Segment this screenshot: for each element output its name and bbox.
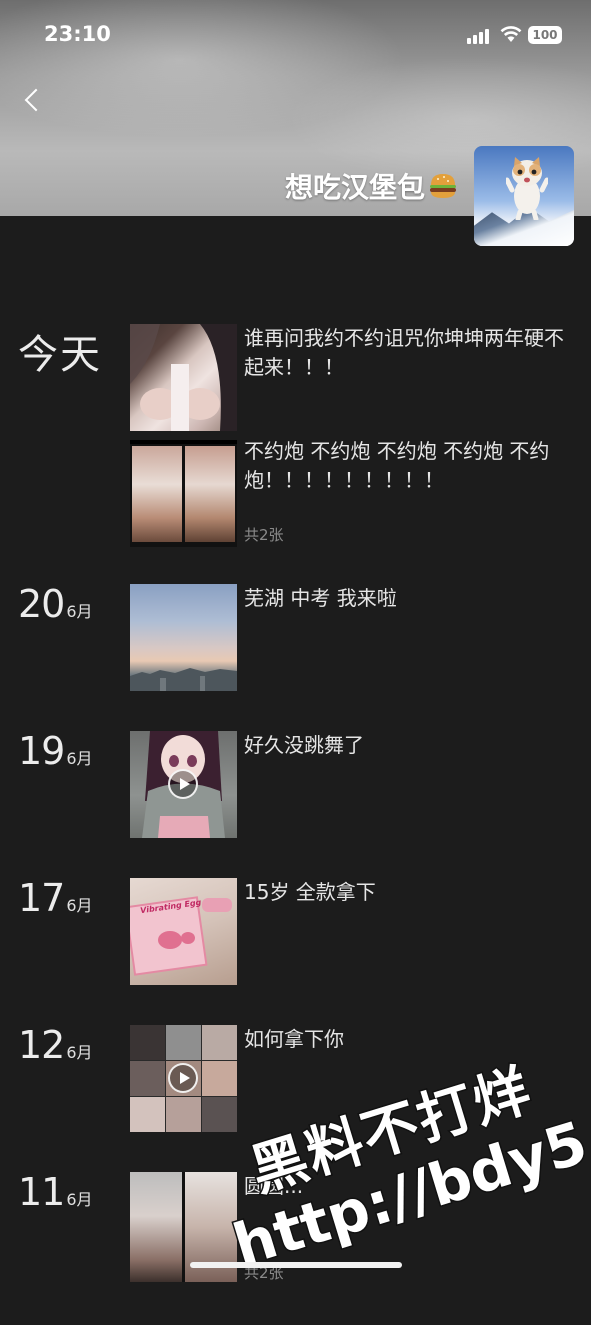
entry-month: 6月 — [66, 1043, 93, 1062]
post-caption: 不约炮 不约炮 不约炮 不约炮 不约炮！！！！！！！！！ — [244, 439, 550, 492]
post-thumbnail-video[interactable] — [130, 1025, 237, 1132]
post-caption: 如何拿下你 — [244, 1027, 344, 1051]
photo-1 — [130, 1172, 182, 1282]
entry-day: 11 — [18, 1170, 65, 1214]
home-indicator[interactable] — [190, 1262, 402, 1268]
photo-2 — [185, 446, 235, 542]
entry-month: 6月 — [66, 896, 93, 915]
post-caption: 芜湖 中考 我来啦 — [244, 586, 397, 610]
entry-date: 20 6月 — [18, 582, 93, 626]
entry-date: 11 6月 — [18, 1170, 93, 1214]
back-button[interactable] — [14, 80, 50, 120]
burger-emoji-icon — [430, 174, 456, 198]
post-thumbnail[interactable]: Vibrating Egg — [130, 878, 237, 985]
post-caption: 谁再问我约不约诅咒你坤坤两年硬不起来！！！ — [244, 326, 564, 379]
wifi-icon — [500, 26, 522, 42]
entry-day: 17 — [18, 876, 65, 920]
play-icon — [168, 769, 198, 799]
photo-1 — [132, 446, 182, 542]
entry-month: 6月 — [66, 749, 93, 768]
entry-month: 6月 — [66, 1190, 93, 1209]
status-bar: 23:10 100 — [0, 0, 591, 70]
post-thumbnail-multi[interactable] — [130, 440, 237, 547]
status-time: 23:10 — [44, 22, 111, 46]
entry-day: 12 — [18, 1023, 65, 1067]
post-thumbnail-video[interactable] — [130, 731, 237, 838]
post-caption: 好久没跳舞了 — [244, 733, 364, 757]
play-icon — [168, 1063, 198, 1093]
entry-day: 20 — [18, 582, 65, 626]
entry-date: 今天 — [18, 332, 102, 378]
profile-avatar[interactable] — [474, 146, 574, 246]
entry-date: 17 6月 — [18, 876, 93, 920]
photo-count: 共2张 — [244, 526, 284, 544]
profile-name: 想吃汉堡包 — [285, 166, 458, 206]
signal-icon — [467, 28, 493, 44]
post-thumbnail[interactable] — [130, 584, 237, 691]
profile-name-text: 想吃汉堡包 — [284, 171, 425, 204]
entry-day: 19 — [18, 729, 65, 773]
post-thumbnail[interactable] — [130, 324, 237, 431]
cat-illustration — [506, 157, 548, 220]
battery-icon: 100 — [528, 26, 562, 44]
post-caption: 15岁 全款拿下 — [244, 880, 376, 904]
entry-date: 12 6月 — [18, 1023, 93, 1067]
entry-date: 19 6月 — [18, 729, 93, 773]
post-caption: 圆圆... — [244, 1174, 304, 1198]
entry-month: 6月 — [66, 602, 93, 621]
